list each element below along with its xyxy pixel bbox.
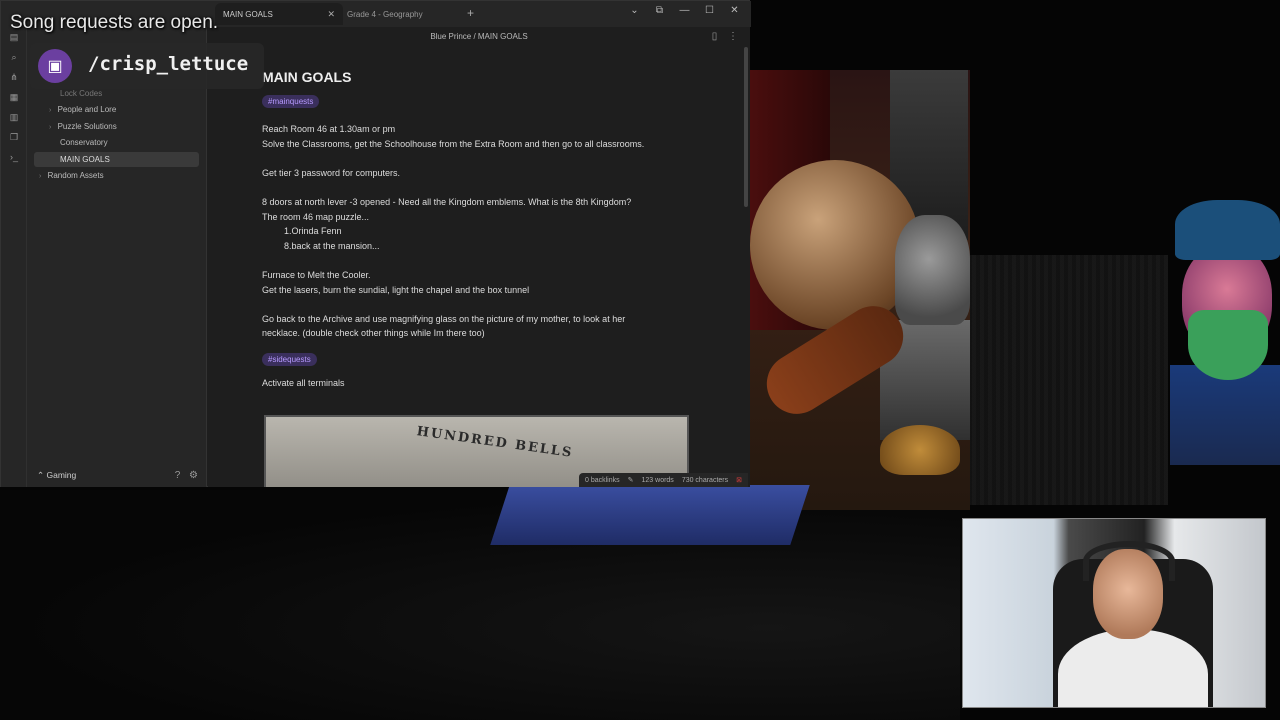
image-caption-text: HUNDRED BELLS xyxy=(415,424,575,461)
twitch-logo-icon: ▣ xyxy=(38,49,72,83)
editor-actions: ▯ ⋮ xyxy=(712,31,738,42)
note-content[interactable]: MAIN GOALS #mainquests Reach Room 46 at … xyxy=(262,69,702,391)
tab-label: Grade 4 - Geography xyxy=(347,9,423,19)
copy-icon[interactable]: ❐ xyxy=(1,127,27,147)
note-line: The room 46 map puzzle... xyxy=(262,211,370,222)
sidebar-toggle-icon[interactable]: ⧉ xyxy=(647,5,672,16)
tree-item-label: Conservatory xyxy=(60,138,108,147)
tab-list-icon[interactable]: ⌄ xyxy=(622,5,647,16)
chevron-up-down-icon: ⌃ xyxy=(37,470,45,480)
tab-label: MAIN GOALS xyxy=(223,9,273,19)
character-count: 730 characters xyxy=(681,476,729,484)
tag-mainquests[interactable]: #mainquests xyxy=(262,95,320,108)
calendar-icon[interactable]: ▥ xyxy=(1,107,27,127)
note-list-item: 1.Orinda Fenn xyxy=(284,226,342,237)
backlinks-count[interactable]: 0 backlinks xyxy=(585,477,620,484)
note-line: Solve the Classrooms, get the Schoolhous… xyxy=(262,138,645,149)
close-window-icon[interactable]: ✕ xyxy=(722,5,747,16)
character-art xyxy=(1170,200,1280,465)
note-line: Get tier 3 password for computers. xyxy=(262,167,401,178)
tree-item-main-goals[interactable]: MAIN GOALS xyxy=(34,152,199,167)
breadcrumb[interactable]: Blue Prince / MAIN GOALS xyxy=(208,32,750,41)
word-count: 123 words xyxy=(641,476,674,484)
tree-item-label: Puzzle Solutions xyxy=(57,122,117,131)
gramophone-horn xyxy=(880,425,960,475)
chevron-right-icon: › xyxy=(49,124,52,131)
help-icon[interactable]: ? xyxy=(175,470,181,481)
tag-sidequests[interactable]: #sidequests xyxy=(262,352,317,366)
new-tab-icon[interactable]: + xyxy=(467,6,474,20)
twitch-handle: /crisp_lettuce xyxy=(88,53,249,75)
tree-item-conservatory[interactable]: Conservatory xyxy=(60,138,108,147)
settings-gear-icon[interactable]: ⚙ xyxy=(189,470,198,481)
note-line: Activate all terminals xyxy=(262,377,345,388)
webcam-feed xyxy=(962,518,1266,708)
window-controls: ⌄ ⧉ — ☐ ✕ xyxy=(622,5,747,16)
editor-scrollbar[interactable] xyxy=(744,47,748,207)
note-line: 8 doors at north lever -3 opened - Need … xyxy=(262,196,632,207)
note-line: Furnace to Melt the Cooler. xyxy=(262,269,371,280)
tab-main-goals[interactable]: MAIN GOALS ✕ xyxy=(215,3,343,25)
note-line: Go back to the Archive and use magnifyin… xyxy=(262,313,626,324)
maximize-icon[interactable]: ☐ xyxy=(697,5,722,16)
page-title: MAIN GOALS xyxy=(262,69,352,85)
character-hat xyxy=(1175,200,1280,260)
tab-grade-4-geography[interactable]: Grade 4 - Geography xyxy=(339,3,459,25)
tree-item-random-assets[interactable]: › Random Assets xyxy=(39,171,104,180)
graph-icon[interactable]: ⋔ xyxy=(1,67,27,87)
tree-item-label: Lock Codes xyxy=(60,89,103,98)
tree-item-puzzle-solutions[interactable]: › Puzzle Solutions xyxy=(49,122,117,131)
tree-item-label: MAIN GOALS xyxy=(60,155,110,164)
close-tab-icon[interactable]: ✕ xyxy=(327,9,335,20)
tree-item-people-and-lore[interactable]: › People and Lore xyxy=(49,105,116,114)
sync-error-icon[interactable]: ⊠ xyxy=(736,476,742,484)
more-options-icon[interactable]: ⋮ xyxy=(728,31,738,42)
headset-icon xyxy=(1083,541,1175,581)
chevron-right-icon: › xyxy=(39,173,42,180)
left-ribbon: ▤ ⌕ ⋔ ▦ ▥ ❐ ›_ xyxy=(1,27,27,487)
note-line: necklace. (double check other things whi… xyxy=(262,328,485,339)
character-coat xyxy=(1170,365,1280,465)
editor-pane: Blue Prince / MAIN GOALS ▯ ⋮ MAIN GOALS … xyxy=(208,27,750,487)
blue-tablecloth xyxy=(490,485,810,545)
note-list-item: 8.back at the mansion... xyxy=(284,240,380,251)
search-icon[interactable]: ⌕ xyxy=(1,47,27,67)
vault-name: Gaming xyxy=(46,470,77,480)
vault-switcher[interactable]: ⌃ Gaming xyxy=(37,470,76,481)
chevron-right-icon: › xyxy=(49,107,52,114)
canvas-icon[interactable]: ▦ xyxy=(1,87,27,107)
minimize-icon[interactable]: — xyxy=(672,5,697,16)
twitch-handle-overlay: ▣ /crisp_lettuce xyxy=(30,43,264,89)
song-requests-banner: Song requests are open. xyxy=(10,12,219,33)
character-beard xyxy=(1188,310,1268,380)
bust-statue xyxy=(895,215,970,325)
tree-item-label: Random Assets xyxy=(47,171,104,180)
status-bar: 0 backlinks ✎ 123 words 730 characters ⊠ xyxy=(579,473,748,487)
tree-item-lock-codes[interactable]: Lock Codes xyxy=(60,89,102,98)
edit-pencil-icon[interactable]: ✎ xyxy=(628,476,634,484)
reading-view-icon[interactable]: ▯ xyxy=(712,31,718,42)
note-line: Reach Room 46 at 1.30am or pm xyxy=(262,124,396,134)
game-wall-tiles xyxy=(968,255,1168,505)
tree-item-label: People and Lore xyxy=(57,105,117,114)
note-line: Get the lasers, burn the sundial, light … xyxy=(262,284,530,295)
vault-actions: ? ⚙ xyxy=(175,470,198,481)
game-floor xyxy=(0,490,960,720)
terminal-icon[interactable]: ›_ xyxy=(1,147,27,167)
file-explorer: Lock Codes › People and Lore › Puzzle So… xyxy=(27,27,207,487)
screen: MAIN GOALS ✕ Grade 4 - Geography + ⌄ ⧉ —… xyxy=(0,0,1280,720)
